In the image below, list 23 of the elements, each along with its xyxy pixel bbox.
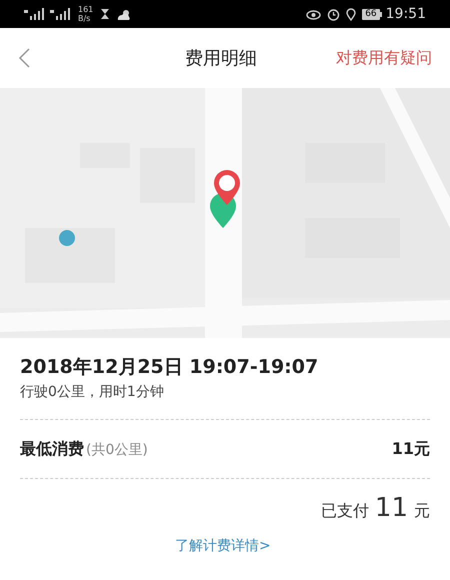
trip-summary: 行驶0公里，用时1分钟 — [20, 383, 165, 402]
currency-unit: 元 — [414, 500, 430, 522]
signal-icon — [24, 8, 46, 20]
battery-icon: 66 — [362, 8, 382, 20]
location-icon — [346, 8, 356, 20]
charge-amount: 11元 — [392, 438, 430, 460]
charge-label: 最低消费 — [20, 438, 84, 460]
paid-label: 已支付 — [320, 500, 369, 522]
fee-details-link[interactable]: 了解计费详情> — [175, 536, 271, 557]
page-title: 费用明细 — [185, 46, 257, 70]
alarm-icon — [327, 8, 340, 20]
paid-amount: 11 — [374, 492, 408, 525]
speed-unit: B/s — [78, 14, 92, 23]
hourglass-icon — [101, 9, 110, 19]
weather-icon — [117, 8, 132, 20]
back-icon[interactable] — [18, 48, 30, 68]
trip-time: 2018年12月25日 19:07-19:07 — [20, 355, 320, 380]
network-speed: 161 — [78, 5, 94, 14]
signal-icon — [50, 8, 72, 20]
charge-note: (共0公里) — [86, 441, 148, 460]
dispute-link[interactable]: 对费用有疑问 — [336, 46, 432, 70]
clock: 19:51 — [386, 4, 426, 24]
eye-icon — [306, 8, 322, 20]
